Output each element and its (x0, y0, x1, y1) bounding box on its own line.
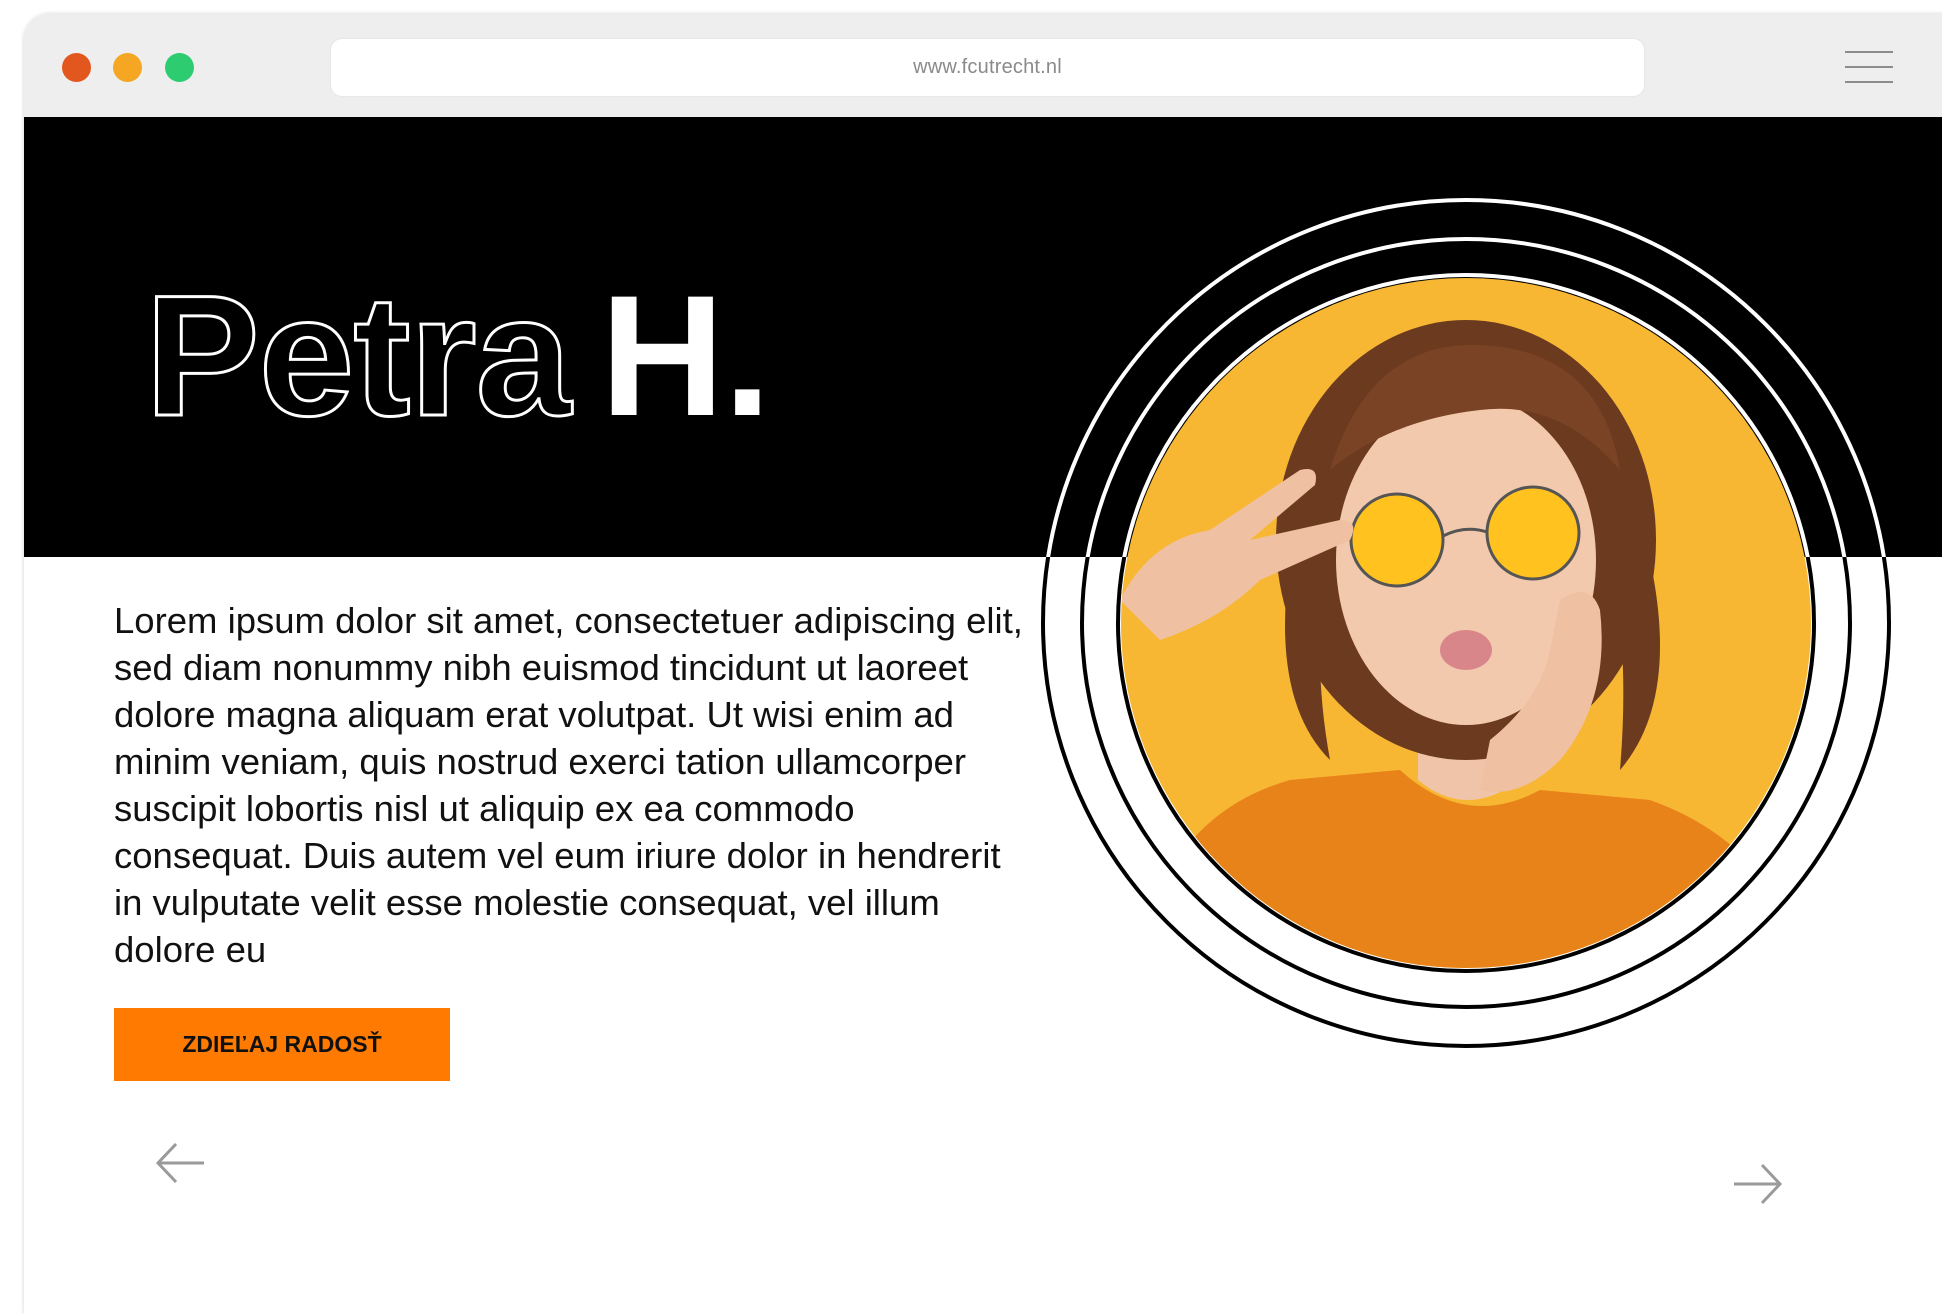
share-joy-button[interactable]: ZDIEĽAJ RADOSŤ (114, 1008, 450, 1081)
address-bar[interactable]: www.fcutrecht.nl (331, 39, 1644, 96)
minimize-window-button[interactable] (113, 53, 142, 82)
browser-titlebar: www.fcutrecht.nl (24, 14, 1942, 117)
first-name: Petra (143, 260, 572, 452)
arrow-right-icon[interactable] (1732, 1161, 1784, 1207)
url-text: www.fcutrecht.nl (913, 56, 1062, 78)
arrow-left-icon[interactable] (154, 1140, 206, 1186)
close-window-button[interactable] (62, 53, 91, 82)
bio-paragraph: Lorem ipsum dolor sit amet, consectetuer… (114, 600, 1023, 970)
profile-name: Petra H. (143, 269, 771, 444)
maximize-window-button[interactable] (165, 53, 194, 82)
last-name: H. (600, 260, 771, 452)
hamburger-menu-icon[interactable] (1845, 47, 1893, 87)
